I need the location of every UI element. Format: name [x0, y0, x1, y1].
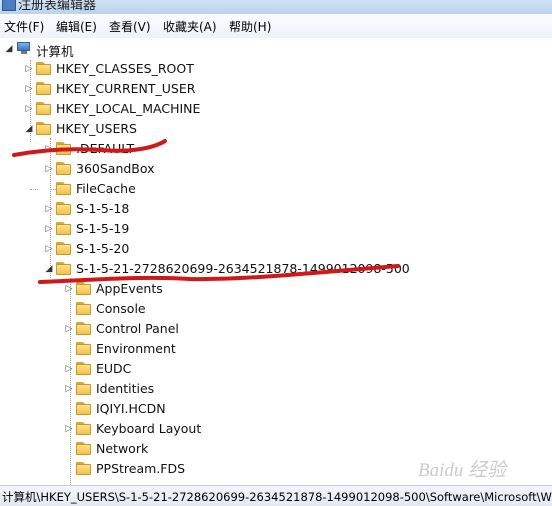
tree-node-label: S-1-5-20 [76, 241, 130, 256]
folder-icon [76, 362, 91, 375]
status-bar: 计算机\HKEY_USERS\S-1-5-21-2728620699-26345… [0, 485, 552, 506]
expand-arrow-icon[interactable]: ▷ [64, 384, 74, 394]
folder-icon [76, 442, 91, 455]
title-bar: 注册表编辑器 [0, 0, 552, 14]
tree-node-label: EUDC [96, 361, 132, 376]
tree-node-label: .DEFAULT [76, 141, 135, 156]
folder-icon [56, 262, 71, 275]
folder-icon [76, 422, 91, 435]
folder-icon [56, 162, 71, 175]
folder-icon [36, 102, 51, 115]
regedit-app-icon [2, 0, 16, 11]
menu-favorites[interactable]: 收藏夹(A) [163, 18, 217, 35]
folder-icon [76, 382, 91, 395]
menu-view[interactable]: 查看(V) [109, 18, 151, 35]
menu-file[interactable]: 文件(F) [4, 18, 44, 35]
tree-node-label: S-1-5-21-2728620699-2634521878-149901209… [76, 261, 410, 276]
tree-node-label: S-1-5-18 [76, 201, 130, 216]
expand-arrow-icon[interactable]: ▷ [44, 164, 54, 174]
tree-node-label: HKEY_LOCAL_MACHINE [56, 101, 201, 116]
tree-node-label: Environment [96, 341, 176, 356]
expand-arrow-icon[interactable]: ▷ [44, 204, 54, 214]
tree-node-label: PPStream.FDS [96, 461, 186, 476]
tree-line [70, 278, 71, 485]
registry-tree[interactable]: ◢ 计算机 ▷ HKEY_CLASSES_ROOT ▷ HKEY_CURRENT… [0, 38, 552, 485]
expand-arrow-icon[interactable]: ▷ [64, 364, 74, 374]
tree-node-label: 计算机 [36, 44, 74, 59]
expand-arrow-icon[interactable]: ▷ [44, 244, 54, 254]
expand-arrow-icon[interactable]: ▷ [64, 424, 74, 434]
folder-icon [56, 222, 71, 235]
collapse-arrow-icon[interactable]: ◢ [44, 264, 54, 274]
folder-icon [56, 182, 71, 195]
expand-arrow-icon[interactable]: ▷ [24, 84, 34, 94]
tree-node-label: 360SandBox [76, 161, 155, 176]
folder-icon [76, 402, 91, 415]
expand-arrow-icon[interactable]: ▷ [24, 64, 34, 74]
folder-icon [76, 462, 91, 475]
menu-edit[interactable]: 编辑(E) [56, 18, 97, 35]
computer-icon [16, 42, 32, 55]
tree-node-label: S-1-5-19 [76, 221, 130, 236]
expand-arrow-icon[interactable]: ▷ [44, 144, 54, 154]
tree-node-label: Identities [96, 381, 155, 396]
collapse-arrow-icon[interactable]: ◢ [4, 44, 14, 54]
tree-node-label: Keyboard Layout [96, 421, 202, 436]
tree-node-label: HKEY_USERS [56, 121, 137, 136]
status-path: 计算机\HKEY_USERS\S-1-5-21-2728620699-26345… [2, 490, 552, 504]
collapse-arrow-icon[interactable]: ◢ [24, 124, 34, 134]
tree-node-label: Control Panel [96, 321, 179, 336]
expand-arrow-icon[interactable]: ▷ [64, 284, 74, 294]
baidu-watermark: Baidu 经验 [418, 460, 507, 481]
expand-arrow-icon[interactable]: ▷ [44, 224, 54, 234]
folder-icon [36, 82, 51, 95]
folder-icon [76, 282, 91, 295]
menu-bar: 文件(F) 编辑(E) 查看(V) 收藏夹(A) 帮助(H) [0, 14, 552, 39]
tree-node-label: Console [96, 301, 146, 316]
folder-icon [36, 122, 51, 135]
folder-icon [56, 142, 71, 155]
folder-icon [76, 342, 91, 355]
tree-node-label: AppEvents [96, 281, 163, 296]
tree-node-label: HKEY_CLASSES_ROOT [56, 61, 194, 76]
folder-icon [56, 202, 71, 215]
expand-arrow-icon[interactable]: ▷ [24, 104, 34, 114]
menu-help[interactable]: 帮助(H) [229, 18, 271, 35]
tree-node-label: HKEY_CURRENT_USER [56, 81, 196, 96]
folder-icon [76, 302, 91, 315]
tree-node-label: Network [96, 441, 149, 456]
tree-node-label: IQIYI.HCDN [96, 401, 166, 416]
folder-icon [56, 242, 71, 255]
expand-arrow-icon[interactable]: ▷ [64, 324, 74, 334]
folder-icon [36, 62, 51, 75]
window-title: 注册表编辑器 [18, 0, 97, 13]
tree-line [30, 189, 38, 190]
folder-icon [76, 322, 91, 335]
tree-node-label: FileCache [76, 181, 136, 196]
